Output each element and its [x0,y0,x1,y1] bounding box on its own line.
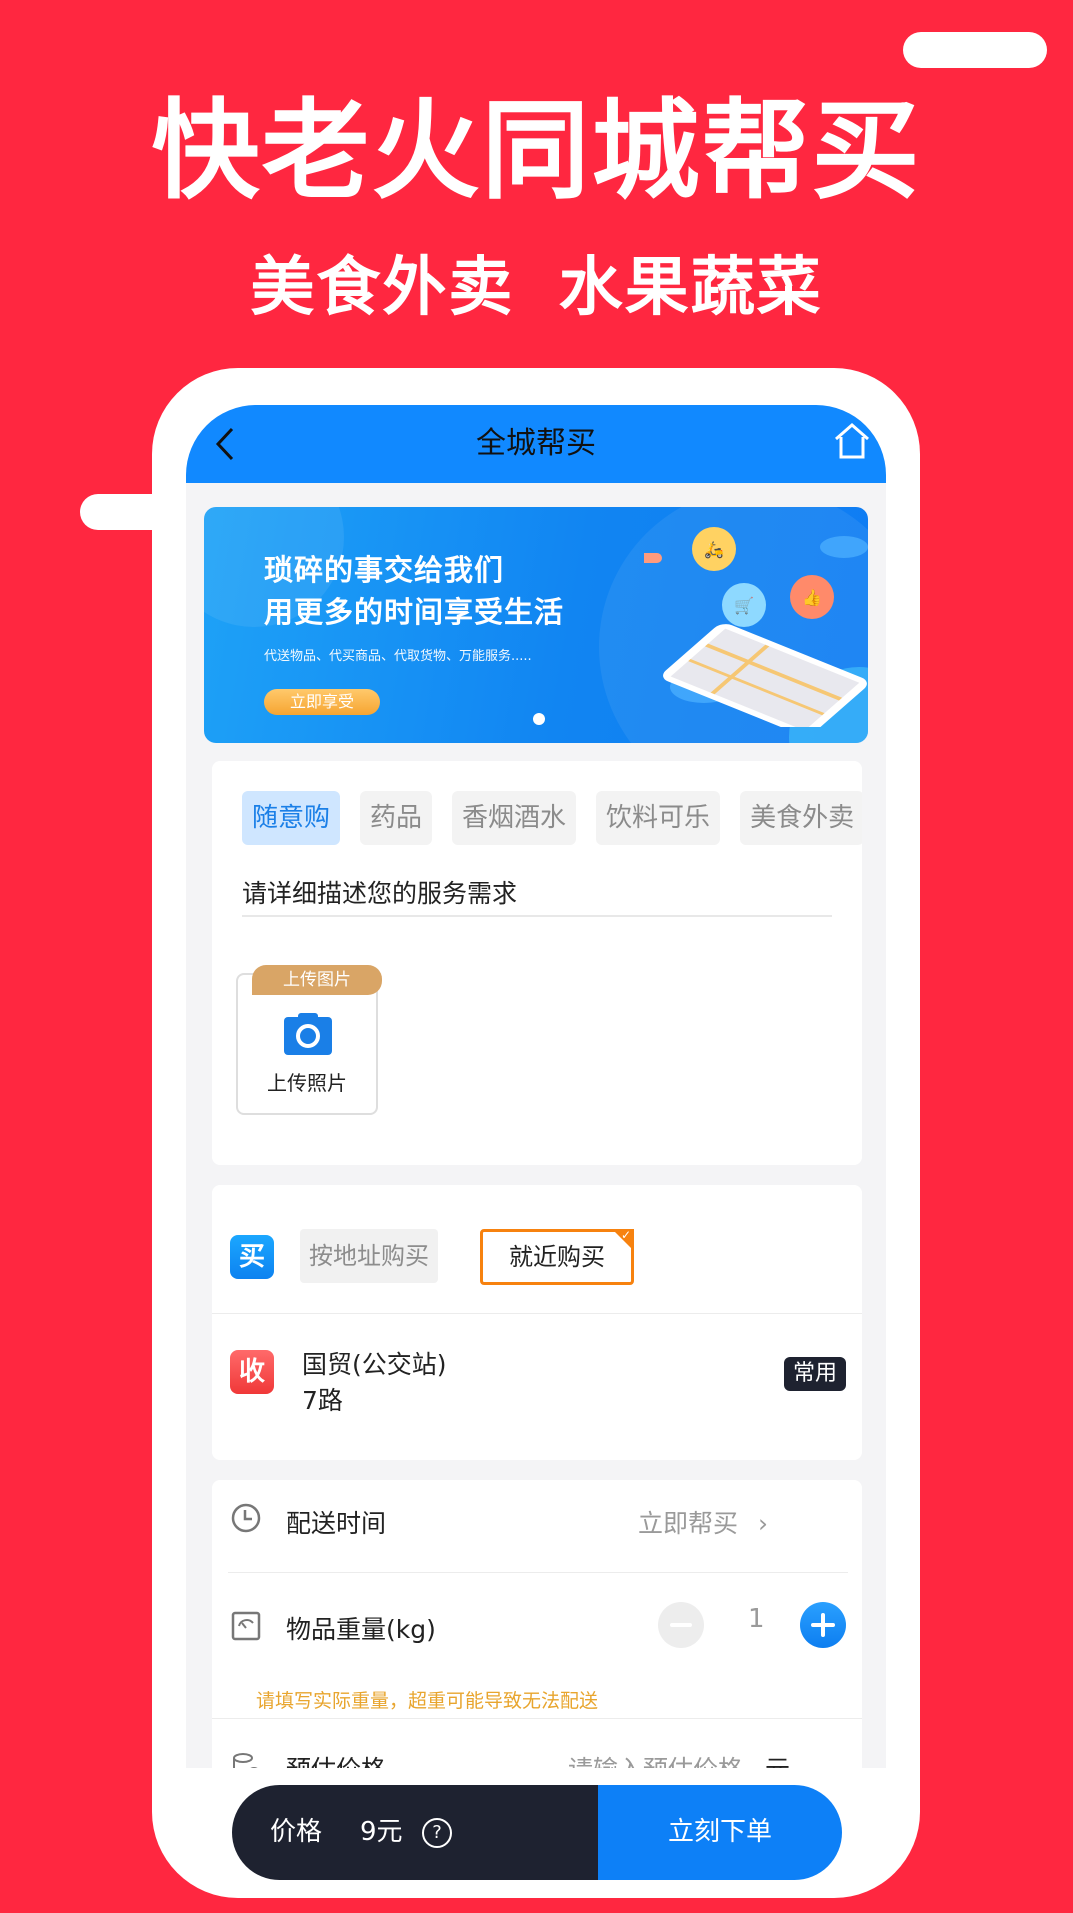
price-value: 9元 [360,1817,403,1847]
receive-icon: 收 [230,1350,274,1394]
service-description-input[interactable] [242,871,832,917]
tab-drinks[interactable]: 饮料可乐 [596,791,721,845]
camera-icon [284,1013,332,1055]
divider [228,1572,848,1573]
weight-decrement-button[interactable] [658,1602,704,1648]
chevron-right-icon: › [757,1509,768,1538]
svg-text:🛒: 🛒 [734,596,754,615]
banner-cta-button[interactable]: 立即享受 [264,689,380,715]
hero-subtitle: 美食外卖 水果蔬菜 [250,251,823,325]
estimate-price-label: 预估价格 [286,1750,386,1768]
navbar: 全城帮买 [186,405,886,483]
banner-description: 代送物品、代买商品、代取货物、万能服务..... [264,649,532,664]
scale-icon [231,1611,261,1641]
address-tag-badge[interactable]: 常用 [784,1357,846,1391]
buy-nearby-option[interactable]: 就近购买 ✓ [480,1229,634,1285]
tab-random-buy[interactable]: 随意购 [242,791,341,845]
tab-food-delivery[interactable]: 美食外卖 [740,791,862,845]
order-options-card: 配送时间 立即帮买 › 物品重量(kg) 1 请填写实际重量，超重可能导致无法配… [212,1480,862,1768]
tab-tobacco-liquor[interactable]: 香烟酒水 [452,791,577,845]
service-card: 随意购药品香烟酒水饮料可乐美食外卖 上传图片 上传照片 [212,761,862,1165]
order-bottom-bar: 价格 9元 ? 立刻下单 [232,1785,842,1880]
estimate-price-placeholder: 请输入预估价格 [568,1755,743,1768]
address-line-2[interactable]: 7路 [302,1381,343,1417]
upload-badge: 上传图片 [252,965,382,995]
address-card: 买 按地址购买 就近购买 ✓ 收 国贸(公交站) 7路 常用 [212,1185,862,1460]
clock-icon [231,1503,261,1533]
buy-by-address-option[interactable]: 按地址购买 [300,1229,438,1283]
price-summary: 价格 9元 ? [232,1785,598,1880]
weight-increment-button[interactable] [800,1602,846,1648]
upload-photo-button[interactable]: 上传图片 上传照片 [236,965,382,1115]
svg-text:🛵: 🛵 [704,540,724,559]
address-line-1[interactable]: 国贸(公交站) [302,1345,447,1381]
help-icon[interactable]: ? [422,1818,452,1848]
banner-headline: 琐碎的事交给我们 [264,553,505,587]
hero-title: 快老火同城帮买 [151,89,922,214]
estimate-price-unit: 元 [765,1755,790,1768]
estimate-price-input[interactable]: 请输入预估价格 元 [568,1750,790,1768]
delivery-time-label: 配送时间 [286,1509,387,1538]
weight-label: 物品重量(kg) [286,1615,436,1644]
check-icon: ✓ [620,1228,631,1242]
coins-icon [233,1753,258,1768]
weight-value[interactable]: 1 [748,1604,765,1634]
buy-nearby-label: 就近购买 [509,1243,605,1271]
banner-headline-2: 用更多的时间享受生活 [264,595,565,629]
app-screen: 全城帮买 琐碎的事交给我们 用更多的时间享受生活 代送物品、代买商品、代取货物、… [186,405,886,1768]
buy-icon: 买 [230,1235,274,1279]
svg-text:👍: 👍 [802,588,822,607]
promo-banner[interactable]: 琐碎的事交给我们 用更多的时间享受生活 代送物品、代买商品、代取货物、万能服务.… [204,507,868,743]
place-order-button[interactable]: 立刻下单 [598,1785,842,1880]
decorative-pill [903,32,1047,68]
map-phone-illustration: 🛵 🛒 👍 [644,527,868,727]
upload-label: 上传照片 [267,1071,347,1095]
delivery-time-value[interactable]: 立即帮买 › [638,1504,768,1540]
carousel-indicator[interactable] [533,713,545,725]
divider [212,1313,862,1314]
home-icon[interactable] [832,419,872,463]
price-label: 价格 [270,1817,323,1847]
delivery-time-text: 立即帮买 [638,1509,739,1538]
weight-hint: 请填写实际重量，超重可能导致无法配送 [256,1690,599,1712]
page-title: 全城帮买 [476,426,596,461]
divider [212,1718,862,1719]
tab-medicine[interactable]: 药品 [360,791,433,845]
category-tabs: 随意购 药品 香烟酒水 饮料可乐 美食外卖 [242,791,862,845]
